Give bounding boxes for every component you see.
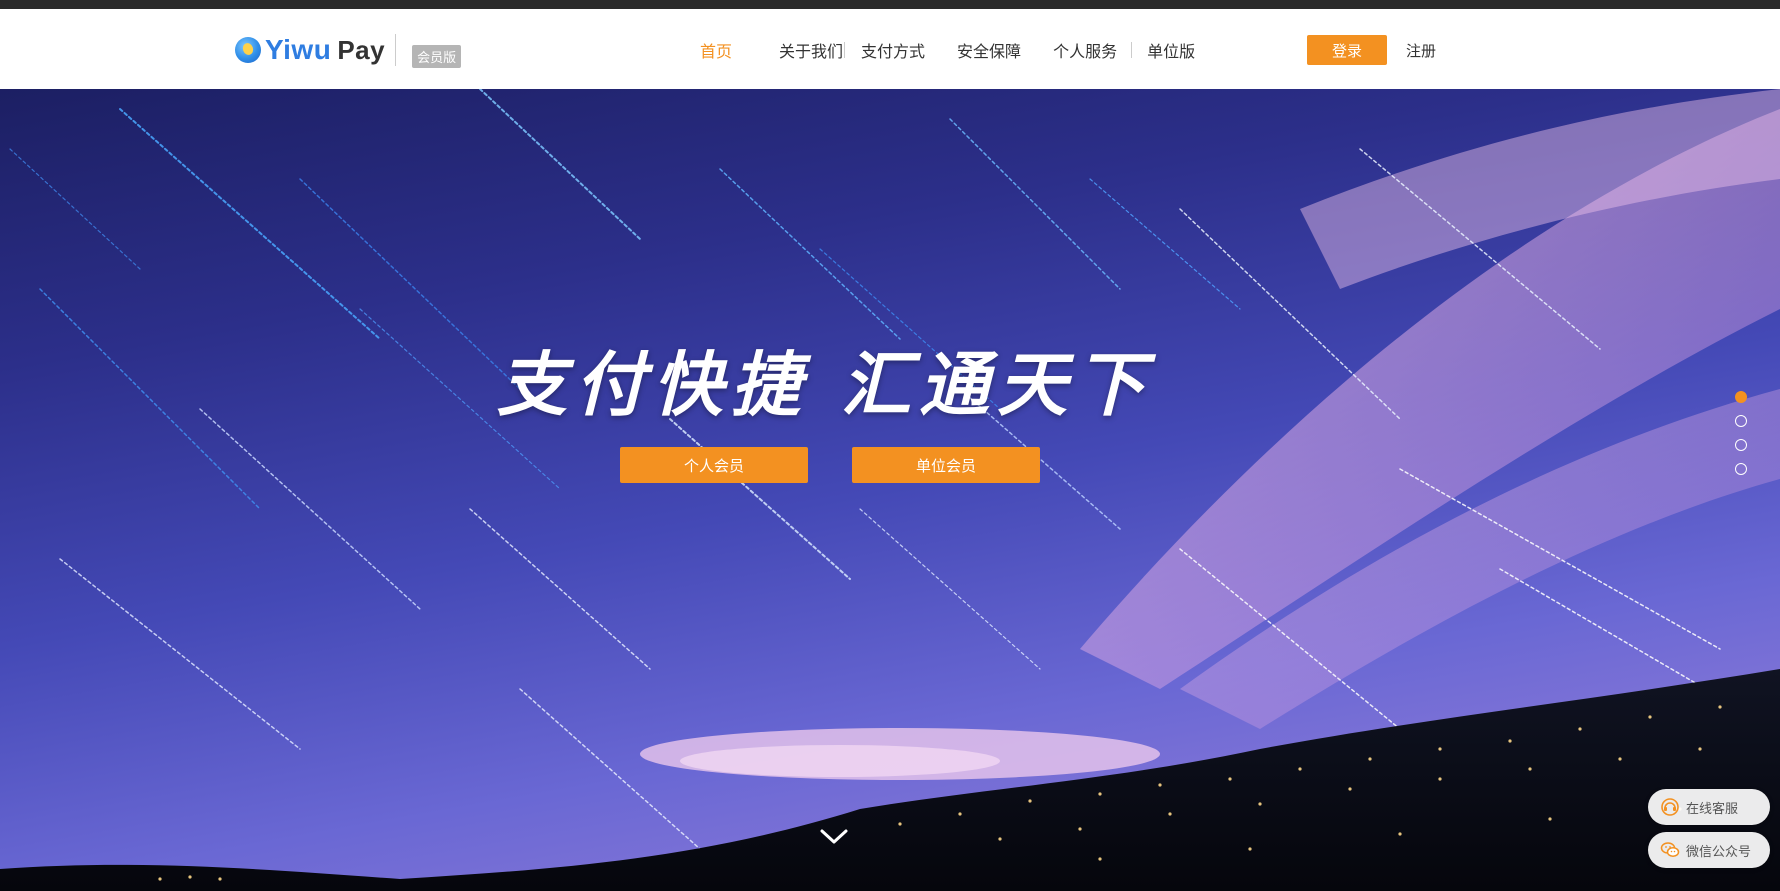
hero-background-image: [0, 89, 1780, 891]
nav-item-home[interactable]: 首页: [700, 38, 732, 62]
site-header: Yiwu Pay 会员版 首页 关于我们 支付方式 安全保障 个人服务 单位版 …: [0, 9, 1780, 89]
site-logo[interactable]: Yiwu Pay 会员版: [235, 32, 462, 68]
login-button[interactable]: 登录: [1307, 35, 1387, 65]
scroll-down-chevron-icon[interactable]: [818, 826, 850, 848]
register-link[interactable]: 注册: [1406, 40, 1436, 61]
logo-mark-icon: [235, 37, 261, 63]
online-service-button[interactable]: 在线客服: [1648, 789, 1770, 825]
personal-member-button[interactable]: 个人会员: [620, 447, 808, 483]
headset-icon: [1661, 798, 1679, 816]
wechat-icon: [1660, 842, 1680, 857]
nav-divider: [844, 42, 846, 58]
nav-item-unit-edition[interactable]: 单位版: [1147, 38, 1195, 62]
nav-divider: [1131, 42, 1133, 58]
nav-item-personal-services[interactable]: 个人服务: [1053, 38, 1117, 62]
browser-top-strip: [0, 0, 1780, 9]
logo-brand-main: Yiwu: [265, 34, 332, 65]
wechat-label: 微信公众号: [1686, 843, 1752, 859]
slogan-text: 支付快捷 汇通天下: [496, 343, 1154, 426]
hero-slogan: 支付快捷 汇通天下: [0, 329, 1780, 430]
edition-badge: 会员版: [412, 44, 462, 68]
wechat-account-button[interactable]: 微信公众号: [1648, 832, 1770, 868]
nav-item-payment-methods[interactable]: 支付方式: [861, 38, 925, 62]
slide-dot-4[interactable]: [1735, 463, 1747, 475]
main-nav: 首页 关于我们 支付方式 安全保障 个人服务 单位版: [700, 38, 1195, 62]
slide-dot-3[interactable]: [1735, 439, 1747, 451]
slide-dot-2[interactable]: [1735, 415, 1747, 427]
slide-pagination: [1735, 391, 1747, 475]
slide-dot-1[interactable]: [1735, 391, 1747, 403]
nav-item-about[interactable]: 关于我们: [779, 38, 843, 62]
unit-member-button[interactable]: 单位会员: [852, 447, 1040, 483]
online-service-label: 在线客服: [1686, 800, 1739, 816]
logo-divider: [395, 34, 397, 66]
logo-brand-pay: Pay: [337, 34, 386, 65]
nav-item-security[interactable]: 安全保障: [957, 38, 1021, 62]
hero-banner: 支付快捷 汇通天下 个人会员 单位会员: [0, 89, 1780, 891]
